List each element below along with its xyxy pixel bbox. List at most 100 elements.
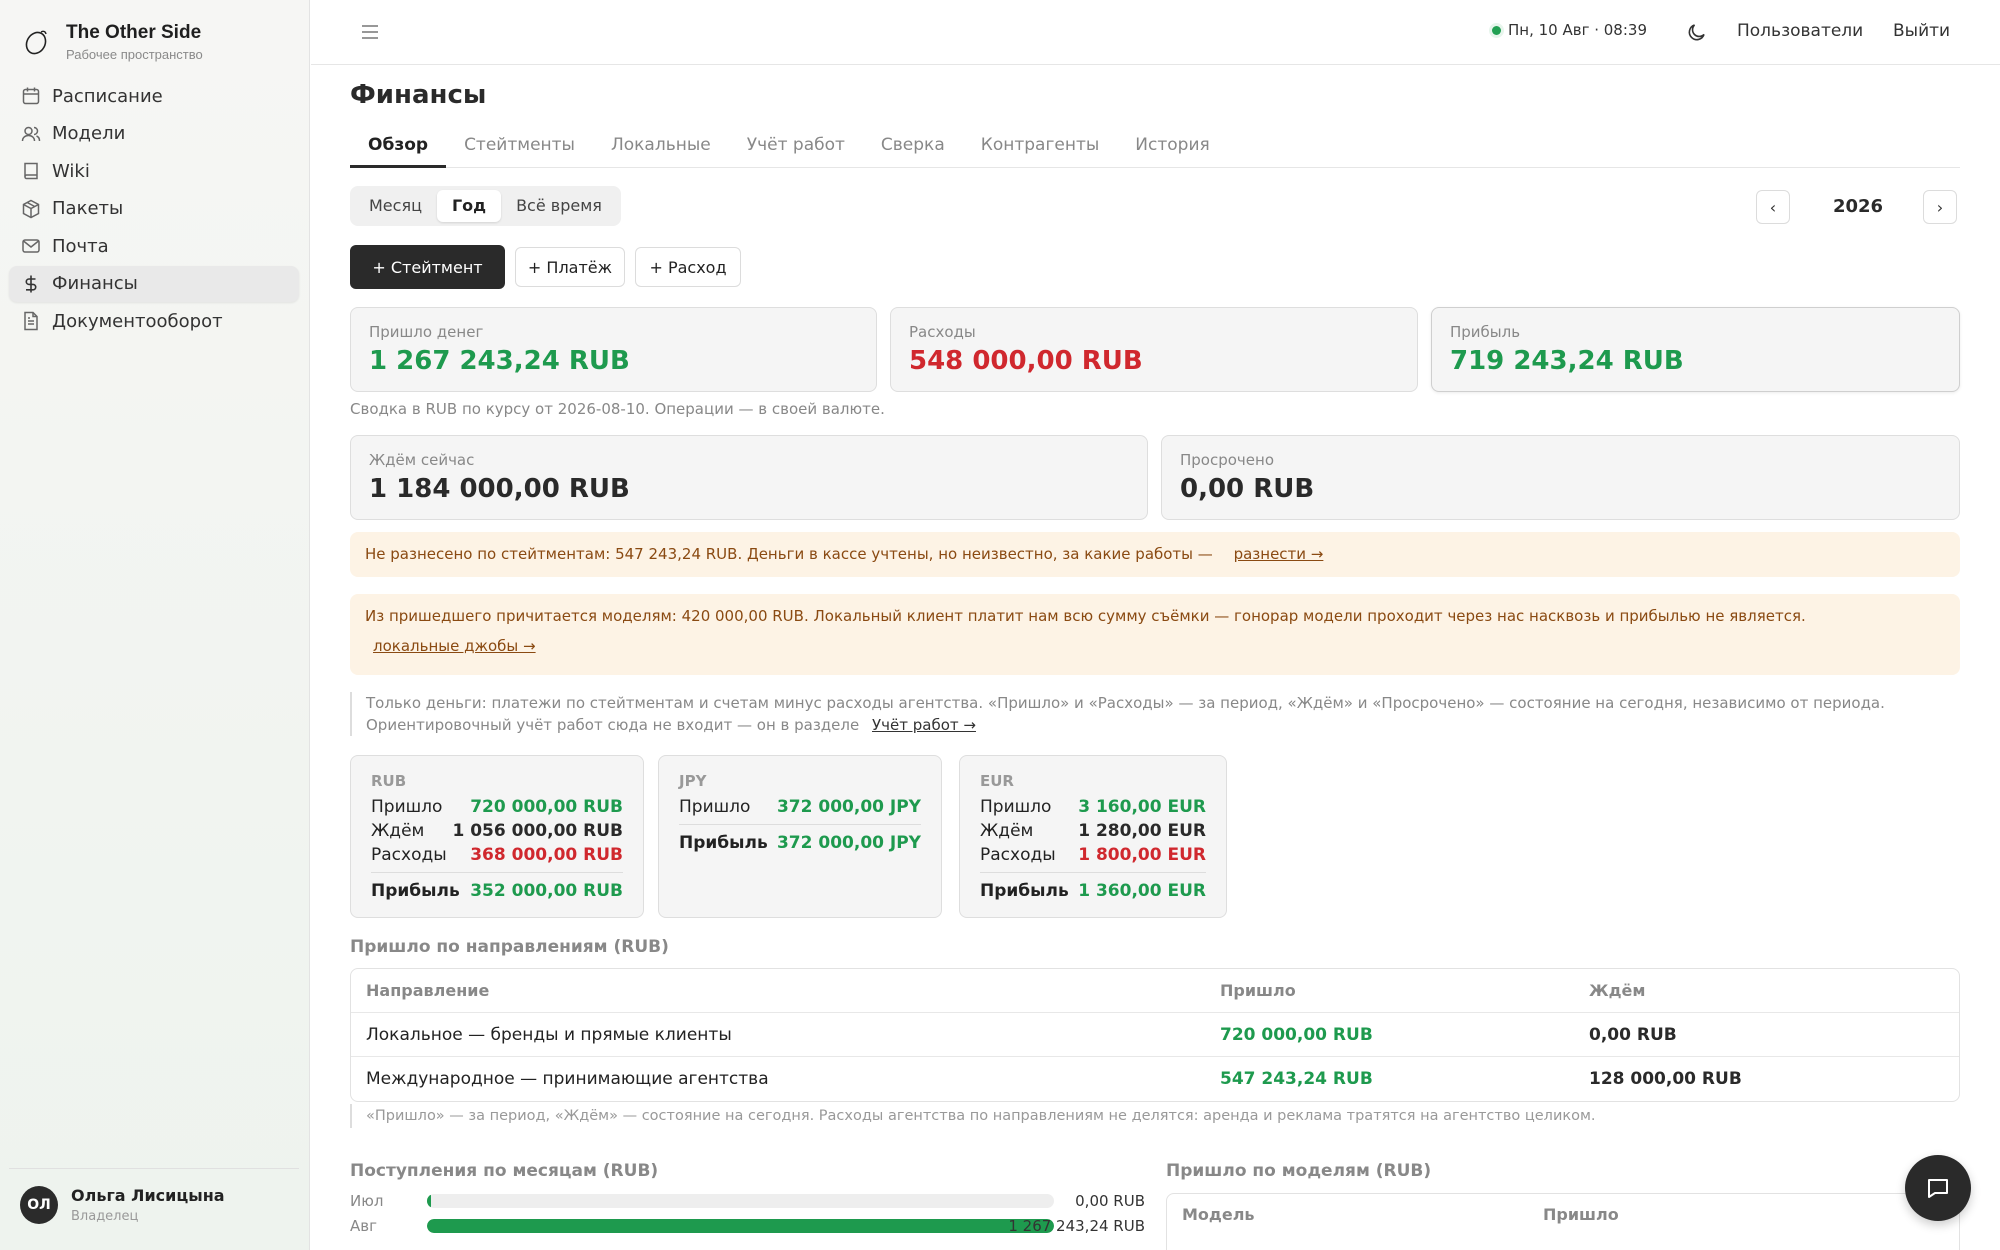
column-header: Направление — [366, 981, 490, 1000]
overdue-label: Просрочено — [1180, 451, 1274, 469]
tab-reconciliation[interactable]: Сверка — [863, 128, 963, 168]
directions-note-text: «Пришло» — за период, «Ждём» — состояние… — [366, 1108, 1596, 1124]
calendar-icon — [22, 87, 40, 105]
sidebar-item-models[interactable]: Модели — [9, 116, 299, 152]
topbar: Пн, 10 Авг · 08:39 Пользователи Выйти — [311, 0, 2000, 65]
tab-local[interactable]: Локальные — [593, 128, 729, 168]
month-label: Июл — [350, 1192, 384, 1210]
currency-row-value: 368 000,00 RUB — [470, 845, 623, 865]
currency-code: EUR — [980, 772, 1014, 790]
direction-name: Международное — принимающие агентства — [366, 1069, 769, 1089]
currency-profit-value: 372 000,00 JPY — [776, 833, 921, 853]
profit-card: Прибыль 719 243,24 RUB — [1431, 307, 1960, 392]
user-name: Ольга Лисицына — [71, 1186, 225, 1205]
bar-track — [427, 1194, 1054, 1208]
sidebar-item-mail[interactable]: Почта — [9, 228, 299, 264]
work-log-link[interactable]: Учёт работ → — [872, 716, 976, 734]
user-profile[interactable]: ОЛ Ольга Лисицына Владелец — [20, 1186, 225, 1224]
directions-note: «Пришло» — за период, «Ждём» — состояние… — [350, 1104, 1960, 1128]
income-label: Пришло денег — [369, 323, 484, 341]
currency-row-label: Ждём — [980, 821, 1034, 841]
document-icon — [24, 311, 38, 331]
currency-profit-label: Прибыль — [980, 881, 1069, 901]
currency-row-value: 1 800,00 EUR — [1078, 845, 1206, 865]
currency-card-rub: RUB Пришло 720 000,00 RUB Ждём 1 056 000,0… — [350, 755, 644, 918]
finance-tabs: Обзор Стейтменты Локальные Учёт работ Св… — [350, 128, 1960, 168]
currency-row-value: 3 160,00 EUR — [1078, 797, 1206, 817]
tab-history[interactable]: История — [1117, 128, 1227, 168]
currency-row-value: 720 000,00 RUB — [470, 797, 623, 817]
month-label: Авг — [350, 1217, 377, 1235]
user-role: Владелец — [71, 1209, 139, 1224]
brand-title: The Other Side — [66, 22, 202, 43]
sidebar-item-label: Пакеты — [52, 198, 124, 219]
rate-note: Сводка в RUB по курсу от 2026-08-10. Опе… — [350, 400, 885, 418]
tab-work-log[interactable]: Учёт работ — [729, 128, 863, 168]
local-jobs-link[interactable]: локальные джобы → — [373, 637, 536, 655]
sidebar-item-label: Почта — [52, 235, 109, 257]
table-header: Модель Пришло — [1167, 1194, 1959, 1234]
unallocated-alert: Не разнесено по стейтментам: 547 243,24 … — [350, 532, 1960, 577]
datetime-text: Пн, 10 Авг · 08:39 — [1508, 21, 1647, 39]
currency-card-eur: EUR Пришло 3 160,00 EUR Ждём 1 280,00 EUR … — [959, 755, 1227, 918]
tab-overview[interactable]: Обзор — [350, 128, 447, 168]
overdue-card: Просрочено 0,00 RUB — [1161, 435, 1960, 520]
directions-table: Направление Пришло Ждём Локальное — брен… — [350, 968, 1960, 1102]
package-icon — [22, 199, 40, 218]
currency-code: RUB — [371, 772, 407, 790]
sidebar-item-wiki[interactable]: Wiki — [9, 153, 299, 189]
column-header: Ждём — [1589, 981, 1646, 1000]
year-label: 2026 — [1832, 196, 1884, 217]
brand-logo-icon — [25, 30, 47, 55]
menu-icon[interactable] — [359, 22, 381, 42]
book-icon — [24, 162, 38, 180]
sidebar-item-documents[interactable]: Документооборот — [9, 303, 299, 339]
tab-counterparties[interactable]: Контрагенты — [963, 128, 1118, 168]
current-datetime: Пн, 10 Авг · 08:39 — [1492, 21, 1647, 39]
direction-income: 547 243,24 RUB — [1220, 1069, 1373, 1089]
profit-label: Прибыль — [1450, 323, 1521, 341]
currency-row-value: 1 056 000,00 RUB — [452, 821, 623, 841]
expenses-value: 548 000,00 RUB — [909, 346, 1143, 376]
logout-link[interactable]: Выйти — [1893, 21, 1950, 41]
currency-card-jpy: JPY Пришло 372 000,00 JPY Прибыль 372 000,… — [658, 755, 942, 918]
period-year-button[interactable]: Год — [436, 190, 502, 222]
currency-row-label: Расходы — [980, 845, 1056, 865]
sidebar-item-label: Документооборот — [52, 310, 223, 332]
sidebar-item-label: Финансы — [52, 273, 138, 294]
allocate-link[interactable]: разнести → — [1234, 545, 1324, 563]
sidebar-item-label: Расписание — [52, 85, 163, 107]
currency-code: JPY — [679, 772, 707, 790]
sidebar-item-label: Модели — [52, 123, 126, 144]
monthly-bar-row: Авг 1 267 243,24 RUB — [350, 1216, 1145, 1236]
brand-subtitle: Рабочее пространство — [66, 47, 203, 62]
direction-name: Локальное — бренды и прямые клиенты — [366, 1024, 732, 1045]
chevron-left-icon: ‹ — [1769, 197, 1777, 217]
sidebar-item-finance[interactable]: Финансы — [9, 265, 299, 302]
chevron-right-icon: › — [1936, 197, 1944, 217]
next-year-button[interactable]: › — [1923, 190, 1957, 224]
prev-year-button[interactable]: ‹ — [1756, 190, 1790, 224]
period-month-button[interactable]: Месяц — [354, 190, 437, 222]
brand[interactable]: The Other Side Рабочее пространство — [22, 22, 203, 62]
bar-fill — [427, 1194, 431, 1208]
add-expense-button[interactable]: + Расход — [635, 247, 741, 287]
table-row: Международное — принимающие агентства 54… — [351, 1057, 1959, 1101]
moon-icon[interactable] — [1686, 21, 1708, 43]
add-statement-button[interactable]: + Стейтмент — [350, 245, 505, 289]
users-link[interactable]: Пользователи — [1737, 21, 1863, 41]
sidebar-item-packages[interactable]: Пакеты — [9, 191, 299, 227]
period-all-time-button[interactable]: Всё время — [501, 190, 617, 222]
month-value: 0,00 RUB — [1075, 1192, 1145, 1210]
dollar-icon — [25, 275, 37, 292]
table-row: Локальное — бренды и прямые клиенты 720 … — [351, 1013, 1959, 1057]
tab-statements[interactable]: Стейтменты — [446, 128, 593, 168]
add-payment-button[interactable]: + Платёж — [515, 247, 625, 287]
info-line-1: Только деньги: платежи по стейтментам и … — [366, 694, 1885, 712]
currency-profit-value: 352 000,00 RUB — [470, 881, 623, 901]
sidebar-item-schedule[interactable]: Расписание — [9, 78, 299, 114]
chat-button[interactable] — [1905, 1155, 1971, 1221]
currency-row-label: Пришло — [980, 797, 1052, 817]
currency-row-value: 1 280,00 EUR — [1078, 821, 1206, 841]
currency-row-value: 372 000,00 JPY — [776, 797, 921, 817]
